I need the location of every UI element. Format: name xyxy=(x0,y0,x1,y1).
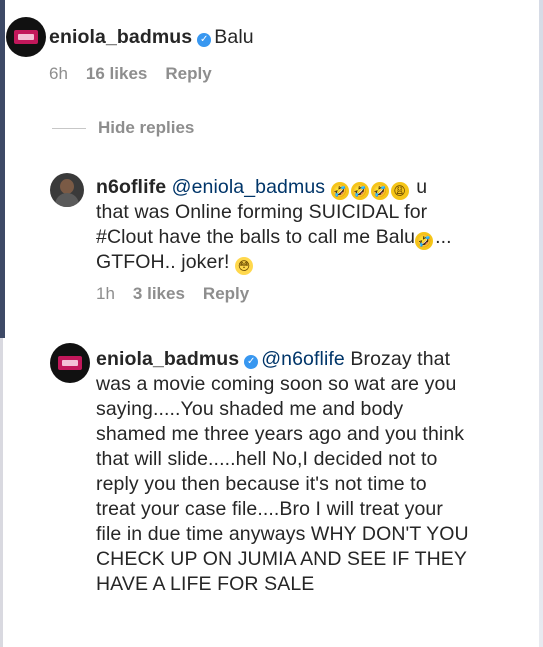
reply-line: HAVE A LIFE FOR SALE xyxy=(96,573,315,595)
likes-count-link[interactable]: 16 likes xyxy=(86,64,147,83)
profile-face-icon xyxy=(60,179,74,194)
weary-face-emoji: 😩 xyxy=(390,182,409,200)
comment-time: 6h xyxy=(49,64,68,83)
brand-logo-icon xyxy=(58,356,82,370)
reply-line-1-tail: Brozay that xyxy=(350,348,451,370)
rolling-on-floor-laughing-emoji: 🤣 xyxy=(415,232,434,250)
reply-button[interactable]: Reply xyxy=(203,284,249,303)
hide-replies-button[interactable]: Hide replies xyxy=(52,118,194,138)
reply-line-1-tail: u xyxy=(416,176,428,198)
flushed-face-emoji: 😳 xyxy=(235,257,254,275)
avatar-n6oflife[interactable] xyxy=(50,173,84,207)
reply-line: reply you then because it's not time to xyxy=(96,473,427,495)
reply-line: was a movie coming soon so wat are you xyxy=(96,373,457,395)
reply-time: 1h xyxy=(96,284,115,303)
rolling-on-floor-laughing-emoji: 🤣 xyxy=(350,182,369,200)
comment-meta: 6h 16 likes Reply xyxy=(49,64,230,84)
reply-line-2: that was Online forming SUICIDAL for xyxy=(96,201,428,223)
reply-line: shamed me three years ago and you think xyxy=(96,423,465,445)
reply-line: treat your case file....Bro I will treat… xyxy=(96,498,443,520)
avatar-eniola-badmus[interactable] xyxy=(6,17,46,57)
reply-line: saying.....You shaded me and body xyxy=(96,398,404,420)
username-link[interactable]: eniola_badmus xyxy=(49,26,192,48)
rolling-on-floor-laughing-emoji: 🤣 xyxy=(330,182,349,200)
brand-logo-icon xyxy=(14,30,38,44)
reply-line-1: eniola_badmus ✓ @n6oflife Brozay that xyxy=(96,347,469,372)
reply-text: n6oflife @eniola_badmus 🤣 🤣 🤣 😩 u that was … xyxy=(96,175,452,275)
rolling-on-floor-laughing-emoji: 🤣 xyxy=(370,182,389,200)
reply-line-4: GTFOH.. joker! 😳 xyxy=(96,250,452,275)
reply-line: CHECK UP ON JUMIA AND SEE IF THEY xyxy=(96,548,467,570)
reply-line-3: #Clout have the balls to call me Balu🤣..… xyxy=(96,225,452,250)
reply-button[interactable]: Reply xyxy=(165,64,211,83)
comment-text: eniola_badmus ✓ Balu xyxy=(49,25,254,50)
verified-badge-icon: ✓ xyxy=(244,355,259,369)
reply-text: eniola_badmus ✓ @n6oflife Brozay that was … xyxy=(96,347,469,597)
mention-link[interactable]: @eniola_badmus xyxy=(172,176,325,198)
profile-body-icon xyxy=(55,193,79,207)
reply-line: that will slide.....hell No,I decided no… xyxy=(96,448,438,470)
reply-line-4-text: GTFOH.. joker! xyxy=(96,251,230,273)
background-edge-right xyxy=(539,0,543,647)
avatar-eniola-badmus[interactable] xyxy=(50,343,90,383)
divider-line xyxy=(52,127,86,129)
reply-line-1: n6oflife @eniola_badmus 🤣 🤣 🤣 😩 u xyxy=(96,175,452,200)
username-link[interactable]: n6oflife xyxy=(96,176,166,198)
hashtag-text: #Clout have the balls to call me Balu xyxy=(96,226,416,248)
background-edge-bottom-left xyxy=(0,338,3,647)
comment-body: Balu xyxy=(214,26,254,48)
hide-replies-label: Hide replies xyxy=(98,118,195,137)
background-edge-left xyxy=(0,0,5,338)
likes-count-link[interactable]: 3 likes xyxy=(133,284,185,303)
reply-meta: 1h 3 likes Reply xyxy=(96,284,267,304)
username-link[interactable]: eniola_badmus xyxy=(96,348,239,370)
reply-line: file in due time anyways WHY DON'T YOU xyxy=(96,523,469,545)
mention-link[interactable]: @n6oflife xyxy=(261,348,345,370)
ellipsis: ... xyxy=(435,226,452,248)
verified-badge-icon: ✓ xyxy=(197,33,212,47)
